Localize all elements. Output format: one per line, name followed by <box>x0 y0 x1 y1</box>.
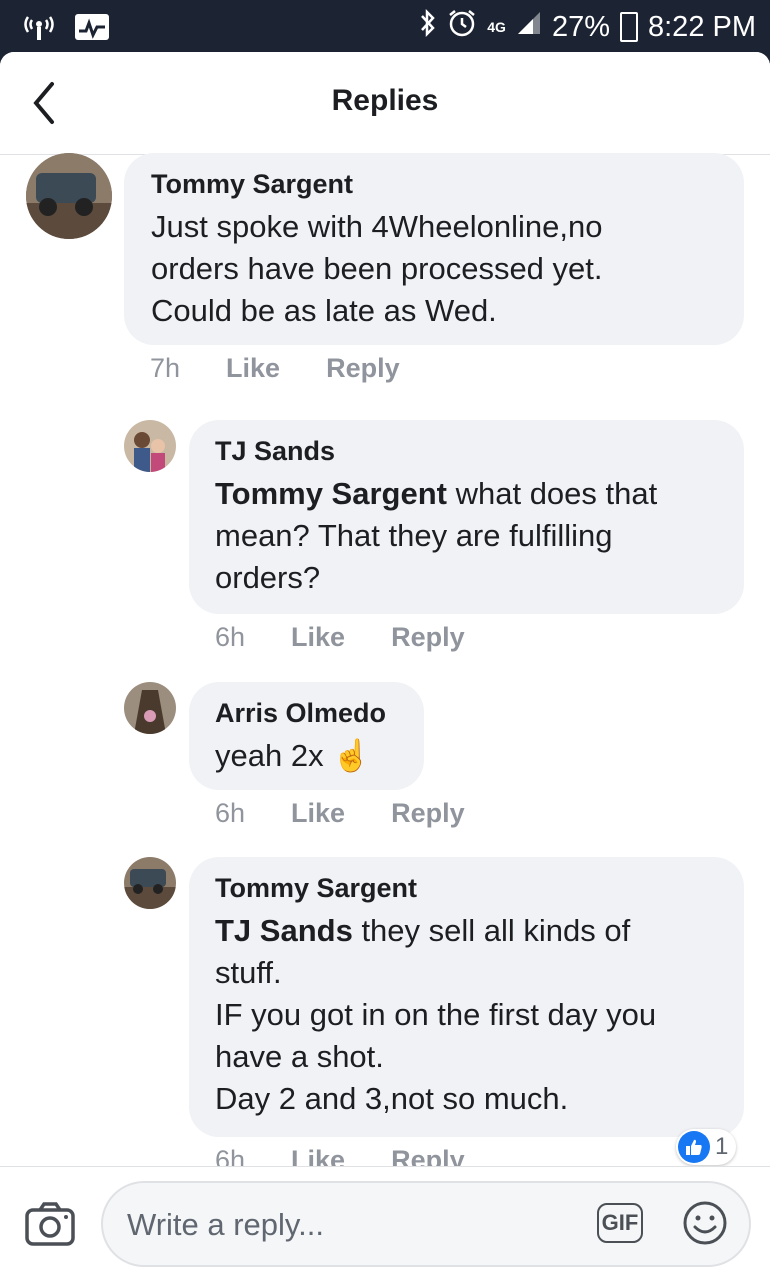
like-button[interactable]: Like <box>226 353 280 384</box>
comment-text-line: Could be as late as Wed. <box>151 293 497 328</box>
comment-bubble[interactable]: Tommy Sargent Just spoke with 4Wheelonli… <box>124 153 744 345</box>
emoji-icon[interactable] <box>681 1199 729 1247</box>
comment-actions: 7h Like Reply <box>150 353 400 384</box>
comment-author[interactable]: Tommy Sargent <box>151 169 603 200</box>
comment-text: yeah 2x <box>215 738 324 773</box>
comment-text-line: Day 2 and 3,not so much. <box>215 1081 569 1116</box>
replies-sheet: Replies Tommy Sargent Just spoke with 4W… <box>0 52 770 1279</box>
avatar[interactable] <box>124 857 176 909</box>
comment-text-line: stuff. <box>215 955 282 990</box>
page-title: Replies <box>331 84 439 117</box>
avatar[interactable] <box>26 153 112 239</box>
comment-text-line: IF you got in on the first day you <box>215 997 657 1032</box>
reply-input-container: GIF <box>101 1181 751 1267</box>
camera-icon[interactable] <box>24 1199 76 1251</box>
pointing-up-emoji: ☝ <box>332 738 371 773</box>
comment-text-line: TJ Sands they sell all kinds of <box>215 910 656 952</box>
comment-text-line: have a shot. <box>215 1039 384 1074</box>
comment-text-line: yeah 2x ☝ <box>215 738 371 773</box>
wireless-signal-icon <box>22 12 56 47</box>
mention-link[interactable]: Tommy Sargent <box>215 476 447 511</box>
status-bar: 4G 27% 8:22 PM <box>0 0 770 52</box>
mention-link[interactable]: TJ Sands <box>215 913 353 948</box>
comment-author[interactable]: Tommy Sargent <box>215 873 656 904</box>
comment-author[interactable]: Arris Olmedo <box>215 698 386 729</box>
reaction-count: 1 <box>715 1133 729 1160</box>
comment-bubble[interactable]: Arris Olmedo yeah 2x ☝ <box>189 682 424 790</box>
comment-text-line: orders? <box>215 560 321 595</box>
network-type-icon: 4G <box>487 19 506 35</box>
reaction-count-badge[interactable]: 1 <box>676 1129 737 1165</box>
comment-text-line: orders have been processed yet. <box>151 251 603 286</box>
avatar[interactable] <box>124 682 176 734</box>
reply-button[interactable]: Reply <box>391 622 465 653</box>
avatar[interactable] <box>124 420 176 472</box>
battery-percent: 27% <box>551 10 610 43</box>
cell-signal-icon <box>516 10 542 44</box>
reply-button[interactable]: Reply <box>326 353 400 384</box>
like-button[interactable]: Like <box>291 622 345 653</box>
comment-author[interactable]: TJ Sands <box>215 436 657 467</box>
like-button[interactable]: Like <box>291 798 345 829</box>
comment-timestamp: 6h <box>215 622 246 652</box>
reply-composer: GIF <box>0 1166 770 1279</box>
clock-time: 8:22 PM <box>648 10 756 43</box>
comment-text: what does that <box>446 476 658 511</box>
comment-bubble[interactable]: Tommy Sargent TJ Sands they sell all kin… <box>189 857 744 1137</box>
bluetooth-icon <box>419 8 437 46</box>
comment-text-line: Tommy Sargent what does that <box>215 473 657 515</box>
comment-text-line: Just spoke with 4Wheelonline,no <box>151 209 603 244</box>
gif-button[interactable]: GIF <box>597 1203 643 1243</box>
comment-actions: 6h Like Reply <box>215 798 465 829</box>
activity-monitor-icon <box>74 13 110 46</box>
reply-input[interactable] <box>125 1201 569 1249</box>
comment-timestamp: 6h <box>215 798 246 828</box>
comment-text: they sell all kinds of <box>352 913 631 948</box>
comment-text-line: mean? That they are fulfilling <box>215 518 613 553</box>
battery-icon <box>620 12 638 42</box>
header-bar: Replies <box>0 52 770 155</box>
comment-timestamp: 7h <box>150 353 181 383</box>
comment-actions: 6h Like Reply <box>215 622 465 653</box>
alarm-clock-icon <box>447 8 477 46</box>
thumbs-up-icon <box>678 1131 710 1163</box>
reply-button[interactable]: Reply <box>391 798 465 829</box>
comment-bubble[interactable]: TJ Sands Tommy Sargent what does that me… <box>189 420 744 614</box>
